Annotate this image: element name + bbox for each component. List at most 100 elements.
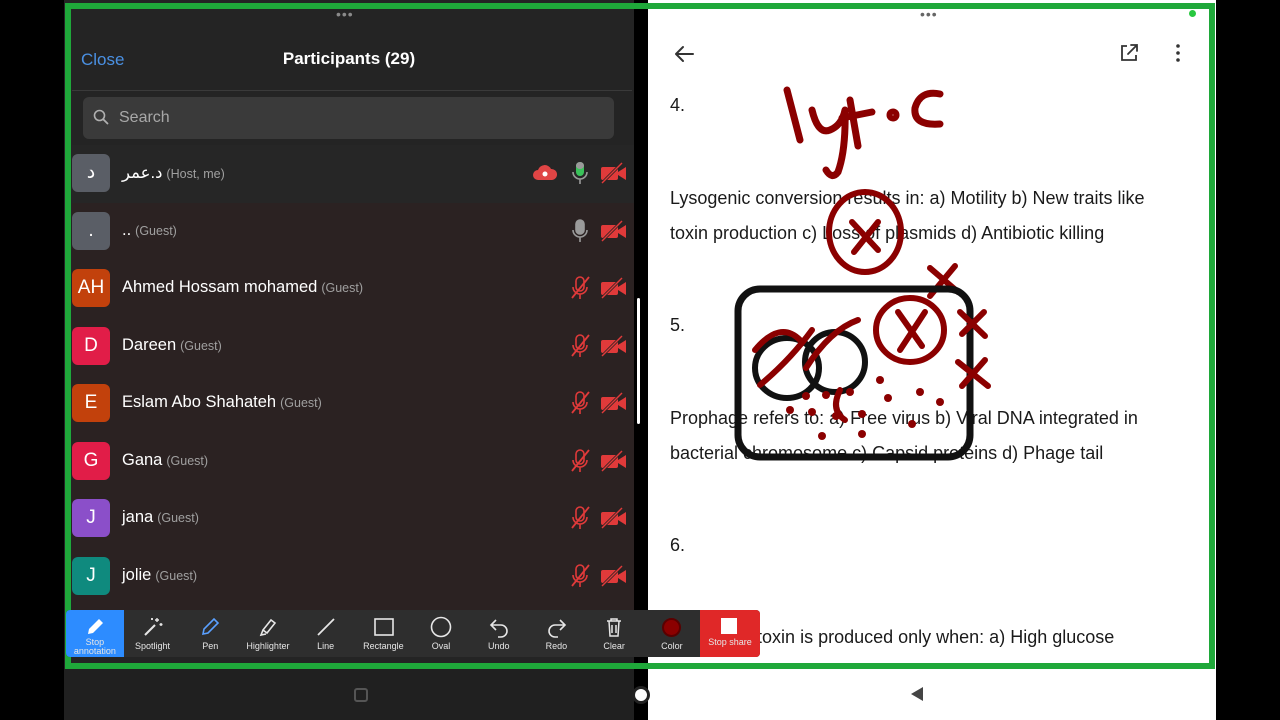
- clear-button[interactable]: Clear: [585, 610, 643, 657]
- participant-display-name: ..: [122, 220, 132, 239]
- left-navigation-bar: [64, 669, 634, 720]
- participant-name: jana (Guest): [122, 508, 199, 527]
- question-text: Prophage refers to: a) Free virus b) Vir…: [670, 408, 1138, 428]
- redo-button[interactable]: Redo: [528, 610, 586, 657]
- participant-role: (Guest): [280, 396, 322, 410]
- rectangle-icon: [373, 618, 394, 636]
- mic-muted-icon[interactable]: [569, 390, 591, 416]
- participant-role: (Guest): [180, 338, 222, 353]
- question-text: bacterial chromosome c) Capsid proteins …: [670, 443, 1104, 463]
- mic-muted-icon[interactable]: [569, 275, 591, 301]
- panel-title: Participants (29): [282, 49, 416, 68]
- participant-name: Ahmed Hossam mohamed (Guest): [122, 278, 363, 297]
- cloud-recording-icon: [533, 165, 558, 180]
- open-external-icon[interactable]: [1118, 42, 1140, 64]
- mic-muted-icon[interactable]: [569, 563, 591, 589]
- participant-role: (Guest): [321, 281, 364, 295]
- line-tool-button[interactable]: Line: [297, 610, 355, 657]
- mic-muted-icon[interactable]: [569, 333, 591, 359]
- microphone-icon[interactable]: [569, 218, 591, 244]
- participant-name: د.عمر (Host, me): [122, 163, 225, 183]
- participant-name: jolie (Guest): [122, 566, 197, 585]
- pen-tool-button[interactable]: Pen: [181, 610, 239, 657]
- redo-icon: [547, 619, 566, 638]
- video-off-icon[interactable]: [600, 219, 628, 242]
- stop-share-button[interactable]: Stop share: [700, 610, 760, 657]
- more-options-icon[interactable]: [1168, 42, 1188, 64]
- oval-tool-button[interactable]: Oval: [412, 610, 470, 657]
- participant-row[interactable]: G Gana (Guest): [72, 433, 634, 491]
- participant-role: (Guest): [155, 568, 198, 583]
- color-swatch-icon: [662, 618, 681, 637]
- right-navigation-bar: [648, 669, 1216, 720]
- annotation-toolbar: Stop annotation Spotlight Pen Highlighte…: [66, 610, 760, 657]
- avatar: J: [72, 556, 110, 595]
- highlighter-tool-button[interactable]: Highlighter: [239, 610, 297, 657]
- microphone-icon[interactable]: [569, 160, 591, 186]
- recents-button-icon[interactable]: [354, 688, 368, 702]
- participant-role: (Guest): [157, 511, 199, 525]
- pane-drag-handle[interactable]: •••: [336, 7, 354, 21]
- participant-row[interactable]: د د.عمر (Host, me): [72, 145, 634, 203]
- question-text: Lysogenic conversion results in: a) Moti…: [670, 188, 1145, 208]
- magic-wand-icon: [143, 618, 163, 636]
- participant-display-name: Gana: [122, 450, 163, 469]
- mic-muted-icon[interactable]: [569, 505, 591, 531]
- stop-annotation-button[interactable]: Stop annotation: [66, 610, 124, 657]
- back-arrow-icon[interactable]: [672, 42, 696, 66]
- participant-name: Eslam Abo Shahateh (Guest): [122, 393, 322, 412]
- participant-display-name: Ahmed Hossam mohamed: [122, 278, 318, 296]
- participant-row[interactable]: Jjolie (Guest): [72, 548, 634, 606]
- participant-role: (Host, me): [166, 167, 225, 181]
- avatar: J: [72, 499, 110, 537]
- participant-name: Dareen (Guest): [122, 336, 222, 355]
- header-divider: [72, 90, 632, 91]
- highlighter-icon: [259, 618, 277, 637]
- video-off-icon[interactable]: [600, 449, 628, 472]
- undo-button[interactable]: Undo: [470, 610, 528, 657]
- rectangle-tool-button[interactable]: Rectangle: [355, 610, 413, 657]
- participant-row[interactable]: D Dareen (Guest): [72, 318, 634, 376]
- question-number: 5.: [670, 315, 686, 335]
- participant-row[interactable]: ... (Guest): [72, 203, 634, 261]
- undo-icon: [489, 619, 508, 638]
- avatar: G: [72, 441, 110, 480]
- participant-display-name: د.عمر: [122, 164, 163, 182]
- video-off-icon[interactable]: [600, 162, 628, 184]
- video-off-icon[interactable]: [600, 277, 628, 299]
- participant-display-name: jana: [122, 508, 154, 526]
- split-view-divider[interactable]: [637, 298, 640, 424]
- participant-name: .. (Guest): [122, 221, 177, 240]
- video-off-icon[interactable]: [600, 507, 628, 529]
- pane-drag-handle[interactable]: •••: [920, 7, 938, 21]
- video-off-icon[interactable]: [600, 334, 628, 357]
- avatar: E: [72, 384, 110, 422]
- trash-icon: [607, 618, 622, 637]
- avatar: AH: [72, 269, 110, 307]
- spotlight-button[interactable]: Spotlight: [124, 610, 182, 657]
- participants-header: Close Participants (29): [64, 36, 634, 84]
- pen-icon: [88, 619, 103, 634]
- home-button-icon[interactable]: [632, 686, 650, 704]
- participant-list: د د.عمر (Host, me)... (Guest) AH Ahmed Hossam…: [72, 145, 634, 610]
- mic-muted-icon[interactable]: [569, 448, 591, 474]
- participant-name: Gana (Guest): [122, 451, 208, 470]
- search-box[interactable]: [83, 97, 614, 139]
- participant-display-name: Dareen: [122, 335, 177, 354]
- participant-role: (Guest): [135, 223, 177, 238]
- video-off-icon[interactable]: [600, 564, 628, 587]
- search-icon: [93, 109, 109, 125]
- camera-indicator-dot: [1189, 10, 1196, 17]
- participant-row[interactable]: E Eslam Abo Shahateh (Guest): [72, 375, 634, 433]
- search-input[interactable]: [119, 97, 599, 139]
- participant-row[interactable]: AH Ahmed Hossam mohamed (Guest): [72, 260, 634, 318]
- question-number: 6.: [670, 535, 686, 555]
- back-triangle-icon[interactable]: [910, 686, 924, 702]
- participant-role: (Guest): [166, 453, 209, 468]
- video-off-icon[interactable]: [600, 392, 628, 414]
- stop-icon: [721, 618, 737, 634]
- oval-icon: [430, 616, 452, 638]
- participant-row[interactable]: Jjana (Guest): [72, 490, 634, 548]
- color-picker-button[interactable]: Color: [643, 610, 701, 657]
- participant-display-name: Eslam Abo Shahateh: [122, 393, 277, 411]
